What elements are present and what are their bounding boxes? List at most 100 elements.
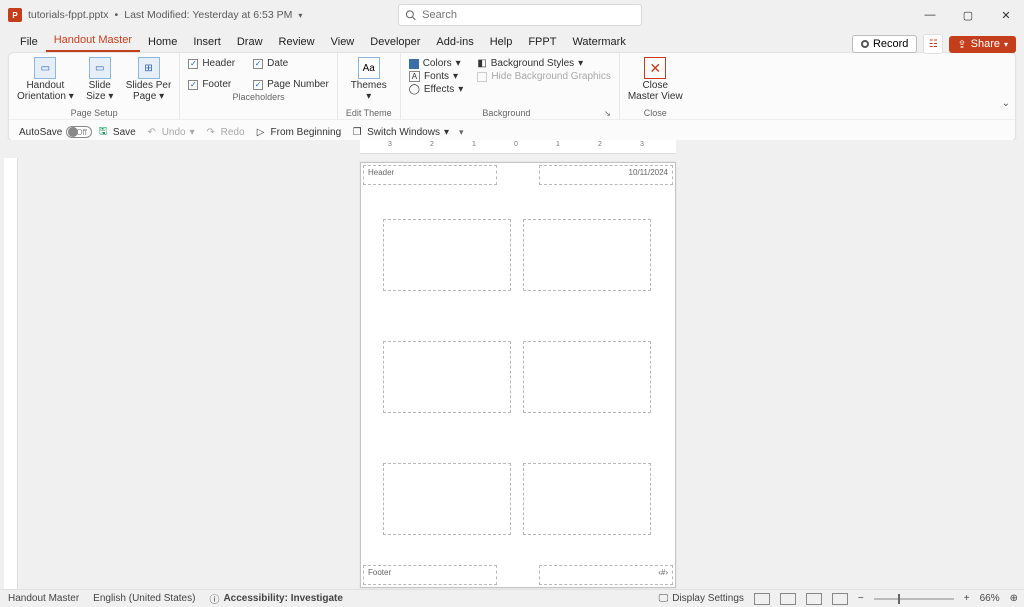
- themes-button[interactable]: Aa Themes▾: [346, 57, 392, 102]
- chevron-down-icon: ▾: [1004, 40, 1008, 49]
- undo-button[interactable]: ↶ Undo ▾: [146, 126, 195, 138]
- effects-button[interactable]: ◯Effects ▾: [409, 83, 464, 96]
- slide-thumbnail[interactable]: [383, 463, 511, 535]
- slideshow-icon: ▷: [255, 126, 267, 138]
- date-checkbox[interactable]: ✓Date: [253, 57, 329, 70]
- accessibility-status[interactable]: ⓘ Accessibility: Investigate: [209, 591, 343, 606]
- footer-placeholder[interactable]: Footer: [363, 565, 497, 585]
- status-language[interactable]: English (United States): [93, 593, 195, 604]
- slide-size-label: Slide Size: [86, 80, 111, 102]
- orientation-icon: ▭: [34, 57, 56, 79]
- tab-insert[interactable]: Insert: [185, 36, 229, 52]
- themes-label: Themes: [351, 80, 387, 91]
- background-dialog-launcher[interactable]: ↘: [604, 109, 611, 118]
- tab-review[interactable]: Review: [271, 36, 323, 52]
- fit-to-window-button[interactable]: ⊕: [1010, 593, 1018, 604]
- search-input[interactable]: [422, 9, 635, 21]
- placeholders-group-label: Placeholders: [188, 91, 329, 102]
- zoom-level[interactable]: 66%: [980, 593, 1000, 604]
- tab-addins[interactable]: Add-ins: [428, 36, 481, 52]
- record-button[interactable]: Record: [852, 35, 917, 53]
- status-mode: Handout Master: [8, 593, 79, 604]
- colors-icon: [409, 59, 419, 69]
- tab-fppt[interactable]: FPPT: [520, 36, 564, 52]
- tab-handout-master[interactable]: Handout Master: [46, 34, 140, 52]
- zoom-slider[interactable]: [874, 598, 954, 600]
- header-checkbox[interactable]: ✓Header: [188, 57, 235, 70]
- tab-home[interactable]: Home: [140, 36, 185, 52]
- search-box[interactable]: [398, 4, 642, 26]
- close-window-button[interactable]: ✕: [994, 4, 1018, 26]
- save-button[interactable]: 🖫 Save: [97, 126, 136, 138]
- coming-soon-button[interactable]: ☷: [923, 34, 943, 54]
- title-separator: •: [115, 9, 119, 21]
- handout-orientation-button[interactable]: ▭ Handout Orientation ▾: [17, 57, 74, 102]
- tab-watermark[interactable]: Watermark: [564, 36, 633, 52]
- share-button[interactable]: ⇪ Share ▾: [949, 36, 1016, 53]
- powerpoint-app-icon: P: [8, 8, 22, 22]
- slideshow-view-button[interactable]: [832, 593, 848, 605]
- tab-file[interactable]: File: [12, 36, 46, 52]
- redo-button[interactable]: ↷ Redo: [205, 126, 245, 138]
- page-setup-group-label: Page Setup: [17, 107, 171, 118]
- slide-thumbnail[interactable]: [523, 219, 651, 291]
- page-number-placeholder[interactable]: ‹#›: [539, 565, 673, 585]
- fonts-button[interactable]: AFonts ▾: [409, 70, 464, 83]
- document-filename: tutorials-fppt.pptx: [28, 9, 109, 21]
- display-icon: 🖵: [659, 593, 669, 604]
- reading-view-button[interactable]: [806, 593, 822, 605]
- minimize-button[interactable]: —: [918, 4, 942, 26]
- close-icon: ✕: [644, 57, 666, 79]
- redo-icon: ↷: [205, 126, 217, 138]
- last-modified-label[interactable]: Last Modified: Yesterday at 6:53 PM: [124, 9, 292, 21]
- slide-thumbnail[interactable]: [383, 219, 511, 291]
- themes-icon: Aa: [358, 57, 380, 79]
- footer-checkbox[interactable]: ✓Footer: [188, 78, 235, 91]
- tab-draw[interactable]: Draw: [229, 36, 271, 52]
- autosave-label: AutoSave: [19, 127, 62, 138]
- close-master-view-button[interactable]: ✕ Close Master View: [628, 57, 683, 102]
- switch-windows-button[interactable]: ❐ Switch Windows ▾: [351, 126, 449, 138]
- slides-per-page-button[interactable]: ⊞ Slides Per Page ▾: [126, 57, 172, 102]
- windows-icon: ❐: [351, 126, 363, 138]
- background-styles-icon: ◧: [477, 58, 486, 69]
- hide-background-checkbox: Hide Background Graphics: [477, 70, 611, 83]
- tab-view[interactable]: View: [323, 36, 363, 52]
- save-icon: 🖫: [97, 126, 109, 138]
- close-master-label: Close Master View: [628, 80, 683, 102]
- slide-thumbnail[interactable]: [383, 341, 511, 413]
- autosave-toggle[interactable]: AutoSave Off: [19, 126, 87, 138]
- background-styles-button[interactable]: ◧Background Styles ▾: [477, 57, 611, 70]
- effects-icon: ◯: [409, 84, 420, 95]
- date-placeholder[interactable]: 10/11/2024: [539, 165, 673, 185]
- chevron-down-icon[interactable]: ▾: [298, 11, 302, 20]
- collapse-ribbon-button[interactable]: ⌄: [1002, 98, 1010, 109]
- slide-size-button[interactable]: ▭ Slide Size ▾: [80, 57, 120, 102]
- search-icon: [405, 9, 416, 21]
- handout-orientation-label: Handout Orientation: [17, 80, 66, 102]
- tab-developer[interactable]: Developer: [362, 36, 428, 52]
- close-group-label: Close: [628, 107, 683, 118]
- horizontal-ruler: 3 2 1 0 1 2 3: [360, 140, 676, 154]
- display-settings-button[interactable]: 🖵 Display Settings: [659, 593, 744, 604]
- tab-help[interactable]: Help: [482, 36, 521, 52]
- share-label: Share: [971, 38, 1000, 50]
- zoom-out-button[interactable]: −: [858, 593, 864, 604]
- colors-button[interactable]: Colors ▾: [409, 57, 464, 70]
- qat-customize-button[interactable]: ▾: [459, 127, 464, 138]
- undo-icon: ↶: [146, 126, 158, 138]
- zoom-in-button[interactable]: +: [964, 593, 970, 604]
- edit-theme-group-label: Edit Theme: [346, 107, 392, 118]
- slide-thumbnail[interactable]: [523, 463, 651, 535]
- share-icon: ⇪: [957, 38, 966, 51]
- page-number-checkbox[interactable]: ✓Page Number: [253, 78, 329, 91]
- slide-size-icon: ▭: [89, 57, 111, 79]
- slide-sorter-view-button[interactable]: [780, 593, 796, 605]
- record-icon: [861, 40, 869, 48]
- normal-view-button[interactable]: [754, 593, 770, 605]
- from-beginning-button[interactable]: ▷ From Beginning: [255, 126, 342, 138]
- handout-page[interactable]: Header 10/11/2024 Footer ‹#›: [360, 162, 676, 588]
- slide-thumbnail[interactable]: [523, 341, 651, 413]
- header-placeholder[interactable]: Header: [363, 165, 497, 185]
- maximize-button[interactable]: ▢: [956, 4, 980, 26]
